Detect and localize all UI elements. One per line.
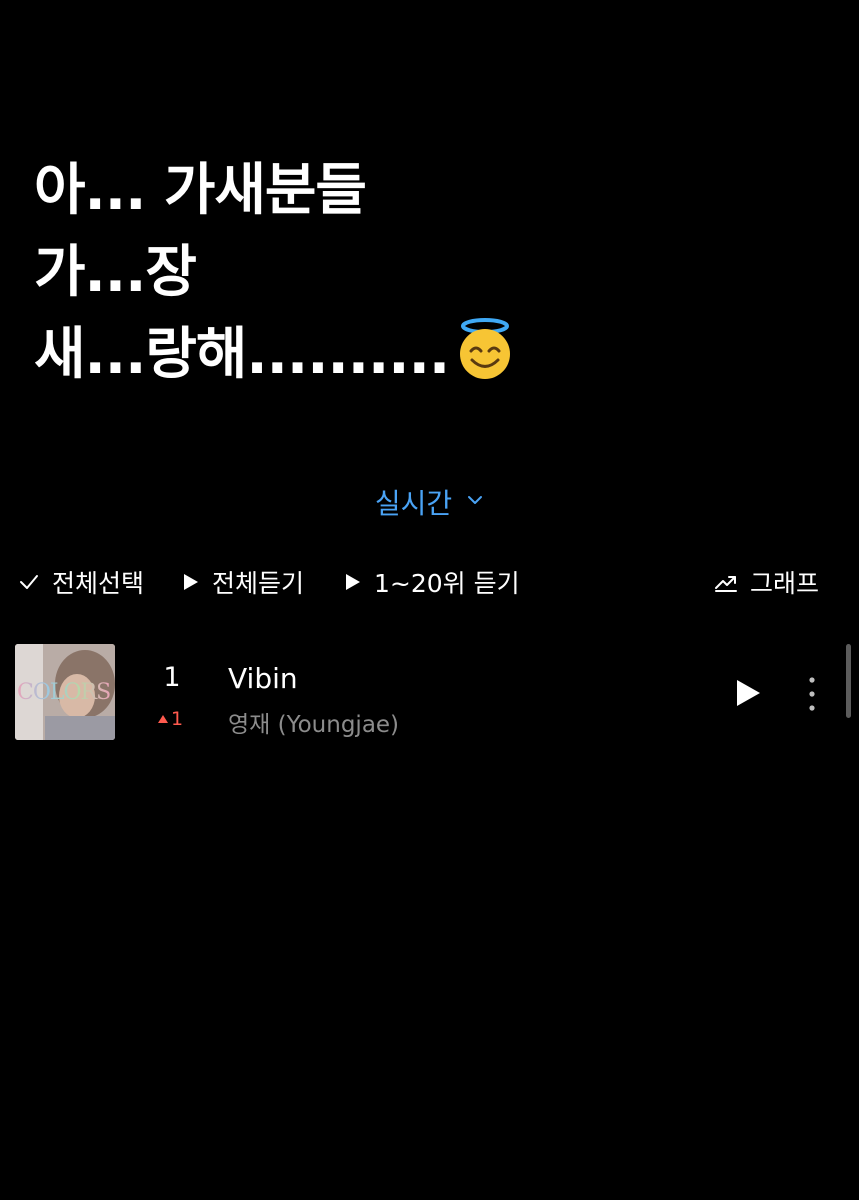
play-icon[interactable] (734, 678, 762, 708)
play-icon (346, 574, 360, 590)
caption-line-2: 가...장 (34, 240, 197, 305)
smiling-face-with-halo-icon (460, 318, 511, 379)
play-all-label: 전체듣기 (212, 569, 305, 598)
scrollbar[interactable] (846, 644, 851, 718)
song-title[interactable]: Vibin (228, 662, 298, 695)
graph-label: 그래프 (750, 569, 820, 598)
caption-line-1: 아... 가새분들 (34, 158, 367, 223)
play-top-20-label: 1~20위 듣기 (374, 569, 520, 598)
rank-change: 1 (158, 708, 183, 730)
caption-line-3-text: 새...랑해.......... (34, 322, 450, 387)
caption-text: 아... 가새분들 가...장 새...랑해.......... (34, 150, 517, 396)
graph-button[interactable]: 그래프 (714, 562, 819, 602)
rank-number: 1 (163, 662, 181, 693)
period-selector[interactable]: 실시간 (0, 482, 859, 522)
artist-name[interactable]: 영재 (Youngjae) (228, 705, 399, 739)
select-all-button[interactable]: 전체선택 (18, 562, 144, 602)
rank-up-icon (158, 715, 168, 723)
rank-change-value: 1 (171, 708, 184, 730)
chart-row[interactable]: COLORS 1 1 Vibin 영재 (Youngjae) (0, 644, 859, 740)
more-options-icon[interactable] (802, 676, 822, 712)
caption-line-3: 새...랑해.......... (34, 314, 517, 396)
play-all-button[interactable]: 전체듣기 (182, 562, 304, 602)
play-icon (184, 574, 198, 590)
checkmark-icon (20, 575, 38, 589)
select-all-label: 전체선택 (52, 569, 145, 598)
chevron-down-icon (468, 496, 483, 504)
album-cover-text: COLORS (17, 680, 111, 705)
period-selector-label: 실시간 (374, 487, 453, 520)
album-cover[interactable]: COLORS (15, 644, 115, 740)
play-top-20-button[interactable]: 1~20위 듣기 (344, 562, 520, 602)
chart-toolbar: 전체선택 전체듣기 1~20위 듣기 그래프 (18, 562, 819, 602)
trend-graph-icon (715, 576, 737, 592)
